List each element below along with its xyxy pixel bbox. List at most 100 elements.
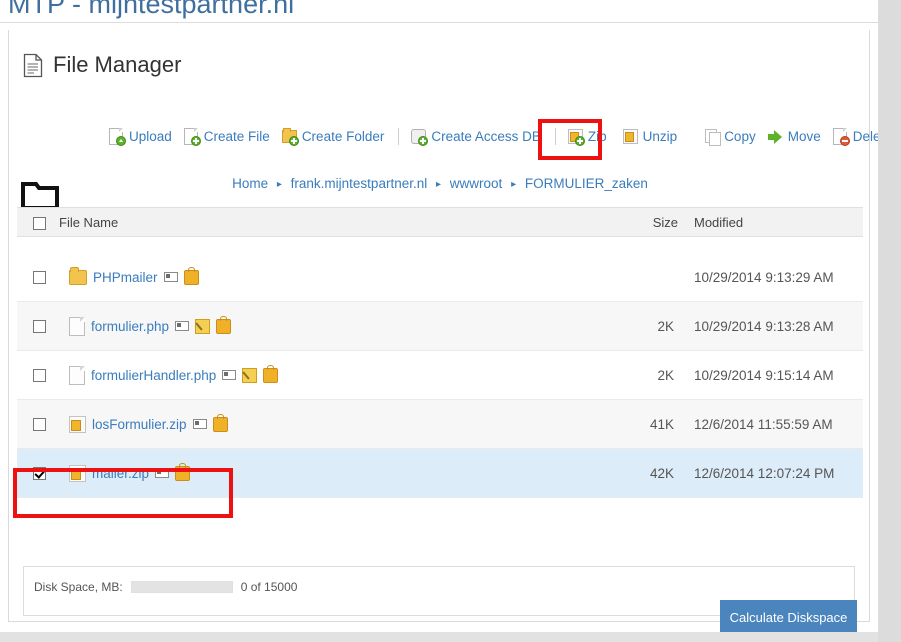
move-label: Move xyxy=(787,129,821,144)
create-access-db-label: Create Access DB xyxy=(431,129,541,144)
breadcrumb: Home ▸ frank.mijntestpartner.nl ▸ wwwroo… xyxy=(9,176,871,191)
row-size-cell: 2K xyxy=(608,350,678,400)
create-file-label: Create File xyxy=(203,129,270,144)
copy-button[interactable]: Copy xyxy=(705,128,756,146)
row-modified-cell: 12/6/2014 12:07:24 PM xyxy=(678,448,863,498)
row-checkbox[interactable] xyxy=(33,418,46,432)
lock-icon[interactable] xyxy=(175,462,191,481)
rename-icon[interactable] xyxy=(163,272,178,282)
row-name-cell: formulier.php xyxy=(59,301,608,351)
row-select-cell xyxy=(17,399,59,449)
copy-label: Copy xyxy=(724,129,756,144)
table-row[interactable]: formulier.php 2K 10/29/2014 9:13:28 AM xyxy=(17,301,863,351)
table-row[interactable]: formulierHandler.php 2K 10/29/2014 9:15:… xyxy=(17,350,863,400)
disk-space-progress xyxy=(130,581,233,593)
document-icon xyxy=(23,53,43,78)
size-header-label: Size xyxy=(652,214,678,230)
create-access-db-icon xyxy=(411,128,429,146)
row-name-cell: losFormulier.zip xyxy=(59,399,608,449)
zip-button[interactable]: Zip xyxy=(567,128,607,146)
copy-icon xyxy=(705,128,722,146)
page-content: MTP - mijntestpartner.nl File Manager Up… xyxy=(0,0,878,632)
file-link[interactable]: losFormulier.zip xyxy=(92,417,187,432)
file-table: File Name Size Modified PHPmailer 10/29/… xyxy=(17,207,863,498)
table-row[interactable]: PHPmailer 10/29/2014 9:13:29 AM xyxy=(17,253,863,302)
row-name-cell: mailer.zip xyxy=(59,448,608,498)
rename-icon[interactable] xyxy=(192,419,207,429)
lock-icon[interactable] xyxy=(183,266,199,285)
select-all-header xyxy=(17,207,59,237)
row-select-cell xyxy=(17,350,59,400)
rename-icon[interactable] xyxy=(175,321,190,331)
row-select-cell xyxy=(17,301,59,351)
breadcrumb-item-wwwroot[interactable]: wwwroot xyxy=(450,176,503,191)
create-access-db-button[interactable]: Create Access DB xyxy=(411,128,541,146)
row-name-cell: formulierHandler.php xyxy=(59,350,608,400)
size-header[interactable]: Size xyxy=(608,207,678,237)
row-name-cell: PHPmailer xyxy=(59,253,608,302)
rename-icon[interactable] xyxy=(222,370,237,380)
delete-label: Delete xyxy=(852,129,878,144)
row-size-cell: 41K xyxy=(608,399,678,449)
site-title: MTP - mijntestpartner.nl xyxy=(8,0,295,19)
table-row-selected[interactable]: mailer.zip 42K 12/6/2014 12:07:24 PM xyxy=(17,448,863,498)
breadcrumb-item-domain[interactable]: frank.mijntestpartner.nl xyxy=(291,176,428,191)
select-all-checkbox[interactable] xyxy=(33,216,46,230)
file-link[interactable]: formulier.php xyxy=(91,319,169,334)
toolbar-divider-2 xyxy=(554,128,556,145)
unzip-button[interactable]: Unzip xyxy=(622,128,678,145)
create-file-button[interactable]: Create File xyxy=(183,128,270,146)
calculate-diskspace-button[interactable]: Calculate Diskspace xyxy=(720,600,857,632)
header-divider xyxy=(0,22,878,23)
file-icon xyxy=(69,316,85,336)
row-checkbox[interactable] xyxy=(33,369,46,383)
table-spacer-row xyxy=(17,236,863,253)
file-name-header[interactable]: File Name xyxy=(59,207,608,237)
row-size-cell: 42K xyxy=(608,448,678,498)
zip-file-icon xyxy=(69,464,86,482)
upload-icon xyxy=(109,128,126,146)
delete-icon xyxy=(832,128,850,146)
table-row[interactable]: losFormulier.zip 41K 12/6/2014 11:55:59 … xyxy=(17,399,863,449)
lock-icon[interactable] xyxy=(212,413,228,432)
breadcrumb-item-home[interactable]: Home xyxy=(232,176,268,191)
rename-icon[interactable] xyxy=(155,468,170,478)
unzip-icon xyxy=(622,128,639,145)
row-checkbox[interactable] xyxy=(33,320,46,334)
file-link[interactable]: PHPmailer xyxy=(93,270,158,285)
breadcrumb-item-formulier-zaken[interactable]: FORMULIER_zaken xyxy=(525,176,648,191)
lock-icon[interactable] xyxy=(263,364,279,383)
row-size-cell xyxy=(608,253,678,302)
modified-header-label: Modified xyxy=(694,214,744,230)
lock-icon[interactable] xyxy=(216,315,232,334)
breadcrumb-separator: ▸ xyxy=(511,179,517,190)
modified-header[interactable]: Modified xyxy=(678,207,863,237)
row-checkbox[interactable] xyxy=(33,271,46,285)
row-checkbox[interactable] xyxy=(33,467,46,481)
file-manager-panel: File Manager Upload Create File Create F… xyxy=(8,30,878,632)
unzip-label: Unzip xyxy=(642,129,678,144)
create-folder-icon xyxy=(281,128,299,146)
edit-icon[interactable] xyxy=(242,367,258,383)
delete-button[interactable]: Delete xyxy=(832,128,878,146)
row-modified-cell: 10/29/2014 9:13:29 AM xyxy=(678,253,863,302)
file-name-header-label: File Name xyxy=(59,214,119,230)
row-modified-cell: 12/6/2014 11:55:59 AM xyxy=(678,399,863,449)
folder-icon xyxy=(69,266,87,285)
row-modified-cell: 10/29/2014 9:13:28 AM xyxy=(678,301,863,351)
edit-icon[interactable] xyxy=(195,318,211,334)
file-link[interactable]: formulierHandler.php xyxy=(91,368,216,383)
zip-icon xyxy=(567,128,585,146)
create-folder-button[interactable]: Create Folder xyxy=(281,128,385,146)
create-file-icon xyxy=(183,128,201,146)
breadcrumb-separator: ▸ xyxy=(276,179,282,190)
row-modified-cell: 10/29/2014 9:15:14 AM xyxy=(678,350,863,400)
move-button[interactable]: Move xyxy=(767,129,821,144)
table-header-row: File Name Size Modified xyxy=(17,207,863,237)
file-link[interactable]: mailer.zip xyxy=(92,466,149,481)
row-select-cell xyxy=(17,448,59,498)
upload-button[interactable]: Upload xyxy=(109,128,172,146)
create-folder-label: Create Folder xyxy=(301,129,385,144)
upload-label: Upload xyxy=(129,129,172,144)
file-icon xyxy=(69,365,85,385)
